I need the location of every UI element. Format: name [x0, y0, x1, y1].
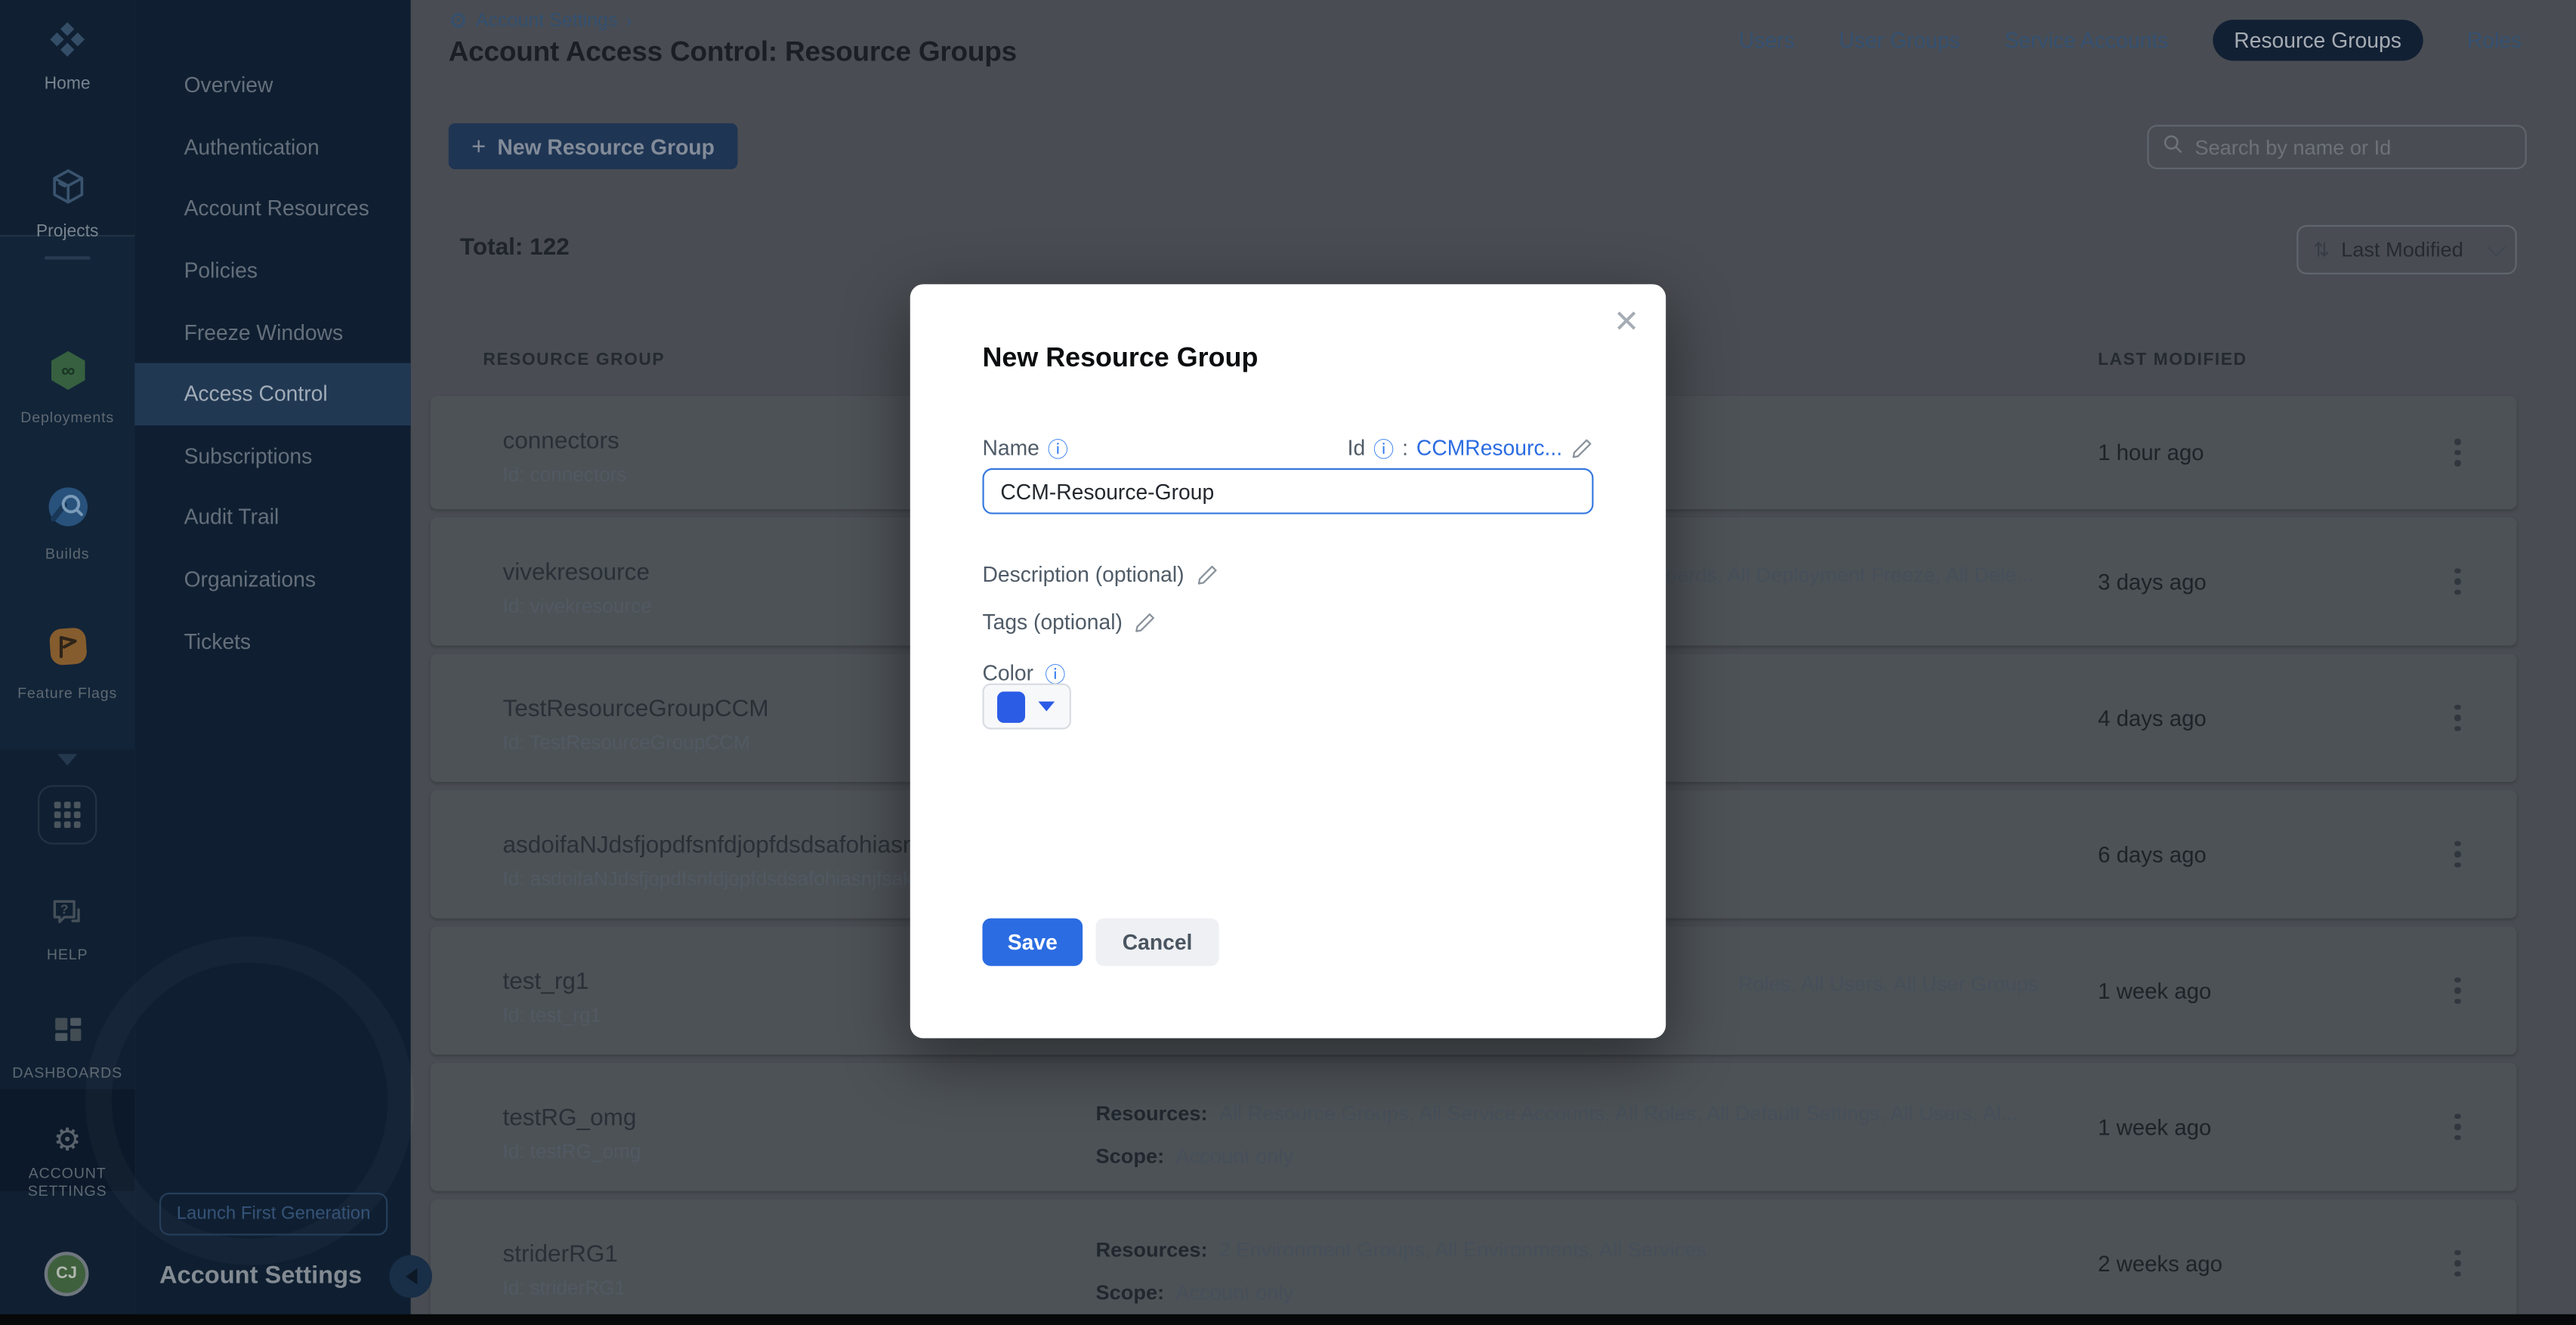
color-swatch [997, 690, 1025, 721]
edit-id-pencil-icon[interactable] [1571, 436, 1593, 459]
cancel-button[interactable]: Cancel [1096, 919, 1219, 966]
info-icon[interactable]: ⓘ [1373, 431, 1394, 462]
edit-description-pencil-icon[interactable] [1196, 563, 1219, 585]
resource-group-name-input[interactable] [982, 468, 1593, 514]
save-button[interactable]: Save [982, 919, 1083, 966]
info-icon[interactable]: ⓘ [1048, 431, 1068, 462]
close-icon[interactable]: ✕ [1614, 304, 1640, 341]
edit-tags-pencil-icon[interactable] [1134, 610, 1157, 633]
color-picker-dropdown[interactable] [982, 684, 1070, 730]
id-label: Id [1348, 435, 1366, 460]
new-resource-group-modal: ✕ New Resource Group Name ⓘ Id ⓘ : CCMRe… [910, 284, 1666, 1038]
caret-down-icon [1038, 702, 1055, 712]
description-label: Description (optional) [982, 562, 1184, 587]
id-separator: : [1402, 435, 1408, 460]
window-bottom-edge [0, 1314, 2576, 1325]
color-label: Color [982, 660, 1033, 685]
tags-label: Tags (optional) [982, 610, 1122, 635]
app-window: Home Projects ∞ Deployments Builds Featu… [0, 0, 2576, 1325]
name-label: Name [982, 435, 1039, 460]
id-value-link[interactable]: CCMResourc... [1416, 435, 1562, 460]
modal-title: New Resource Group [982, 344, 1258, 375]
